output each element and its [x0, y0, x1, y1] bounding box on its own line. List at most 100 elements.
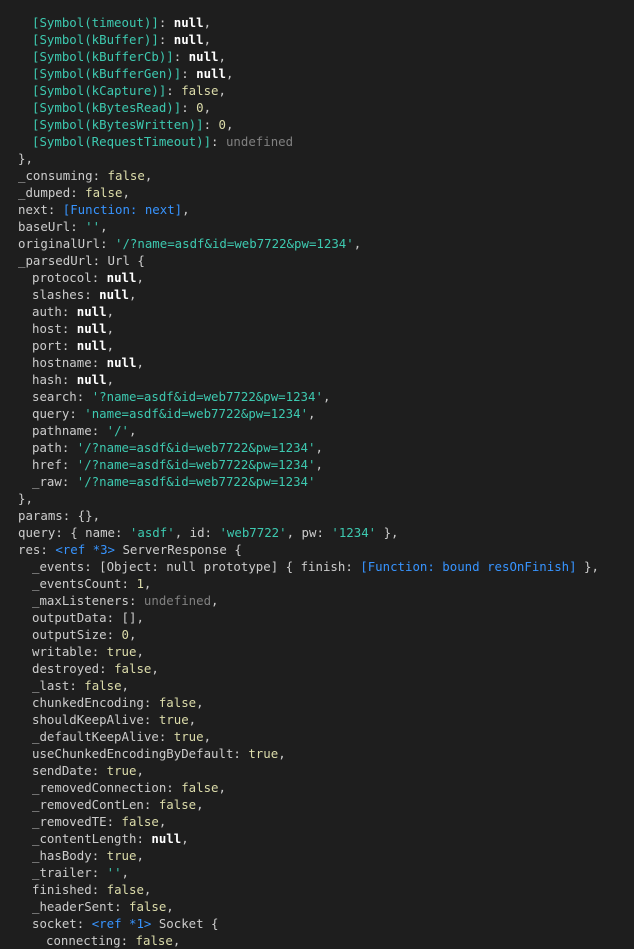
undefined-value: undefined	[225, 134, 294, 149]
punctuation: ,	[144, 168, 153, 183]
console-line: writable: true,	[5, 643, 634, 660]
punctuation: :	[61, 440, 77, 455]
property-key: _consuming	[18, 168, 93, 183]
punctuation: :	[99, 661, 115, 676]
property-key: _trailer	[32, 865, 92, 880]
boolean-value: false	[135, 933, 173, 948]
property-key: href	[32, 457, 62, 472]
undefined-value: undefined	[143, 593, 212, 608]
punctuation: ,	[136, 355, 144, 370]
property-key: pw	[301, 525, 317, 540]
punctuation: ,	[128, 287, 137, 302]
punctuation: ,	[353, 236, 362, 251]
punctuation: :	[158, 729, 174, 744]
console-line: [Symbol(kCapture)]: false,	[5, 82, 634, 99]
punctuation: ,	[203, 729, 212, 744]
punctuation: :	[84, 287, 100, 302]
console-line: },	[5, 150, 634, 167]
console-line: shouldKeepAlive: true,	[5, 711, 634, 728]
console-line: _removedConnection: false,	[5, 779, 634, 796]
debug-console-output: [Symbol(timeout)]: null, [Symbol(kBuffer)…	[5, 14, 634, 949]
punctuation: :	[345, 559, 361, 574]
console-line: href: '/?name=asdf&id=web7722&pw=1234',	[5, 456, 634, 473]
punctuation: ,	[143, 576, 152, 591]
console-line: res: <ref *3> ServerResponse {	[5, 541, 634, 558]
console-line: useChunkedEncodingByDefault: true,	[5, 745, 634, 762]
punctuation: ,	[136, 270, 144, 285]
punctuation: ,	[225, 117, 234, 132]
null-value: null	[76, 304, 107, 319]
ref-marker: <ref *1>	[91, 916, 152, 931]
property-key: params	[18, 508, 63, 523]
console-line: _maxListeners: undefined,	[5, 592, 634, 609]
punctuation: ,	[203, 100, 212, 115]
class-name: Socket {	[151, 916, 219, 931]
console-line: query: { name: 'asdf', id: 'web7722', pw…	[5, 524, 634, 541]
property-key: _contentLength	[32, 831, 137, 846]
property-key: _dumped	[18, 185, 71, 200]
punctuation: :	[91, 423, 107, 438]
console-line: _events: [Object: null prototype] { fini…	[5, 558, 634, 575]
null-value: null	[106, 270, 137, 285]
punctuation: ,	[315, 440, 323, 455]
property-key: search	[32, 389, 77, 404]
property-key: name	[85, 525, 115, 540]
punctuation: ,	[121, 865, 129, 880]
property-key: socket	[32, 916, 77, 931]
punctuation: ,	[106, 372, 115, 387]
punctuation: },	[18, 151, 33, 166]
console-line: [Symbol(timeout)]: null,	[5, 14, 634, 31]
boolean-value: false	[106, 882, 144, 897]
console-line: _headerSent: false,	[5, 898, 634, 915]
boolean-value: true	[106, 763, 137, 778]
punctuation: ,	[218, 780, 226, 795]
property-key: auth	[32, 304, 62, 319]
property-key: baseUrl	[18, 219, 71, 234]
punctuation: :	[91, 848, 107, 863]
punctuation: :	[143, 797, 159, 812]
punctuation: :	[316, 525, 332, 540]
punctuation: :	[69, 678, 85, 693]
console-line: protocol: null,	[5, 269, 634, 286]
punctuation: ,	[166, 899, 174, 914]
console-line: [Symbol(kBufferCb)]: null,	[5, 48, 634, 65]
boolean-value: false	[158, 695, 197, 710]
punctuation: :	[106, 627, 122, 642]
console-line: [Symbol(kBufferGen)]: null,	[5, 65, 634, 82]
symbol-key: [Symbol(kBytesWritten)]	[32, 117, 204, 132]
boolean-value: false	[114, 661, 152, 676]
punctuation: ,	[151, 661, 159, 676]
punctuation: : [],	[106, 610, 144, 625]
property-key: _removedTE	[32, 814, 107, 829]
property-key: protocol	[32, 270, 92, 285]
boolean-value: false	[128, 899, 167, 914]
console-line: auth: null,	[5, 303, 634, 320]
property-key: chunkedEncoding	[32, 695, 144, 710]
punctuation: :	[61, 304, 77, 319]
console-line: sendDate: true,	[5, 762, 634, 779]
string-value: 'asdf'	[129, 525, 175, 540]
console-line: hostname: null,	[5, 354, 634, 371]
console-line: [Symbol(kBytesWritten)]: 0,	[5, 116, 634, 133]
property-key: pathname	[32, 423, 92, 438]
property-key: host	[32, 321, 62, 336]
punctuation: :	[181, 66, 197, 81]
punctuation: :	[76, 916, 92, 931]
console-line: _dumped: false,	[5, 184, 634, 201]
boolean-value: true	[173, 729, 204, 744]
punctuation: ,	[225, 66, 234, 81]
console-line: socket: <ref *1> Socket {	[5, 915, 634, 932]
punctuation: :	[91, 644, 107, 659]
punctuation: :	[61, 338, 77, 353]
punctuation: ,	[121, 678, 130, 693]
console-line: port: null,	[5, 337, 634, 354]
punctuation: :	[91, 865, 107, 880]
punctuation: :	[91, 355, 107, 370]
console-line: _defaultKeepAlive: true,	[5, 728, 634, 745]
punctuation: ,	[218, 83, 226, 98]
property-key: port	[32, 338, 62, 353]
punctuation: ,	[106, 338, 115, 353]
string-value: ''	[106, 865, 122, 880]
property-key: useChunkedEncodingByDefault	[32, 746, 234, 761]
console-line: baseUrl: '',	[5, 218, 634, 235]
